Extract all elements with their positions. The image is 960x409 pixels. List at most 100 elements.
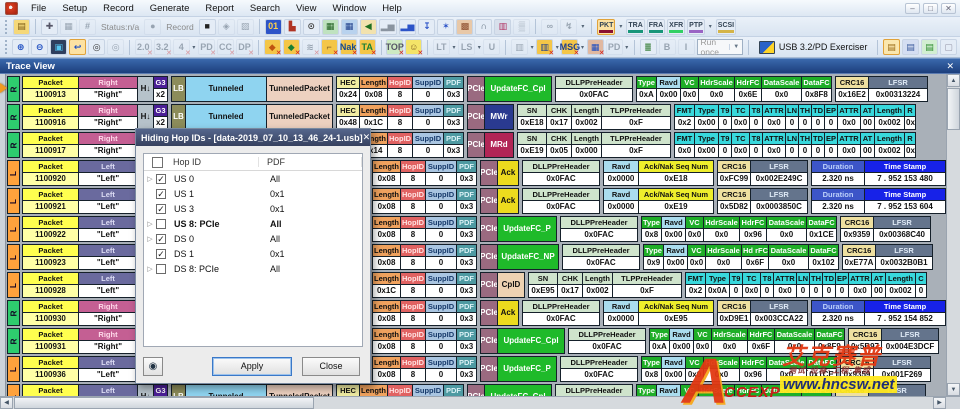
hide-ta-button[interactable]: TA [359,39,376,55]
length-cell[interactable]: Length [359,384,388,396]
r-cell[interactable]: R0x [904,104,916,130]
type-cell[interactable]: Type0x0A [705,272,730,298]
hop-id-row-ds-8-pcie[interactable]: ▷DS 8: PCIeAll [144,261,362,276]
ep-cell[interactable]: EP0 [835,272,849,298]
t9-cell[interactable]: T90 [729,272,743,298]
th-cell[interactable]: TH0 [798,104,812,130]
crc16-cell[interactable]: CRC16 [835,384,869,396]
type-cell[interactable]: Type0x9 [643,244,664,270]
ravd-cell[interactable]: Ravd0x0000 [603,160,639,186]
right-cell[interactable]: Right"Right" [78,328,138,354]
fmt-cell[interactable]: FMT0x2 [685,272,706,298]
datascale-cell[interactable]: DataScale0x0 [768,244,809,270]
vc-cell[interactable]: VC0x0 [685,216,704,242]
duration-cell[interactable]: Duration2.320 ns [811,300,865,326]
hide-m2-button[interactable]: ▥ [536,39,553,55]
ravd-cell[interactable]: Ravd0x00 [661,216,686,242]
packet-cell[interactable]: Packet1100916 [22,104,79,130]
tunneledpacket-cell[interactable]: TunneledPacket [266,384,333,396]
fmt-cell[interactable]: FMT0x0 [674,132,695,158]
pdf-cell[interactable]: PDF0x3 [456,356,477,382]
vc-cell[interactable]: VC0x0 [685,356,704,382]
packet-cell[interactable]: Packet1100917 [22,132,79,158]
menu-help[interactable]: Help [374,0,410,16]
type-cell[interactable]: Type [636,384,657,396]
type-cell[interactable]: Type0x00 [694,104,719,130]
pdf-cell[interactable]: PDF0x3 [456,328,477,354]
packet-cell[interactable]: Packet1100928 [22,272,79,298]
hop-id-row-us-0[interactable]: ▷✓US 0All [144,171,362,186]
packet-cell[interactable]: Packet1100930 [22,300,79,326]
ptp-view-button-dropdown-icon[interactable]: ▾ [707,19,714,35]
pcie-cell[interactable]: PCIe [480,272,498,298]
lfsr-cell[interactable]: LFSR0x00368C40 [873,216,931,242]
sn-cell[interactable]: SN0xE95 [528,272,558,298]
c-cell[interactable]: C0 [915,272,927,298]
length-cell[interactable]: Length0x000 [571,132,602,158]
chk-cell[interactable]: CHK0x17 [546,104,572,130]
at-cell[interactable]: AT00 [860,132,875,158]
vc-cell[interactable]: VC0x0 [687,244,706,270]
hec-cell[interactable]: HEC [336,384,360,396]
right-cell[interactable]: Right"Right" [78,132,138,158]
hide-downstream-button[interactable]: ◆ [283,39,300,55]
pcie-cell[interactable]: PCIe [467,104,485,130]
pcie-cell[interactable]: PCIe [480,216,498,242]
td-cell[interactable]: TD0 [811,104,825,130]
menu-report[interactable]: Report [197,0,242,16]
scroll-left-icon[interactable]: ◀ [0,397,13,409]
lfsr-cell[interactable]: LFSR0x003CCA22 [750,300,808,326]
suppid-cell[interactable]: SuppID0 [425,188,457,214]
tunneledpacket-cell[interactable]: TunneledPacket [266,104,333,130]
g3-cell[interactable]: G3x2 [153,76,168,102]
hide-idle-button[interactable]: ☺ [405,39,422,55]
close-button[interactable]: Close [302,357,360,376]
hide-flow-control-button[interactable]: ⌐ [321,39,338,55]
hide-upstream-button[interactable]: ◆ [264,39,281,55]
view-format-3-button[interactable]: ▤ [921,39,938,55]
hopid-cell[interactable]: HopID8 [400,328,426,354]
menu-file[interactable]: File [23,0,54,16]
datascale-cell[interactable]: DataScale [761,384,802,396]
hop-id-checkbox[interactable]: ✓ [156,189,166,199]
preview-eye-button[interactable]: ◉ [143,357,163,376]
menu-record[interactable]: Record [95,0,142,16]
left-cell[interactable]: Left"Left" [78,216,138,242]
left-cell[interactable]: Left"Left" [78,160,138,186]
length-cell[interactable]: Length0x08 [372,300,401,326]
menu-setup[interactable]: Setup [54,0,95,16]
stop-button[interactable]: ■ [199,19,216,35]
updatefc-cpl-cell[interactable]: UpdateFC_Cpl [484,384,552,396]
hdrfc-cell[interactable]: HdrFC0x96 [739,216,767,242]
pcie-cell[interactable]: PCIe [480,188,498,214]
expander-icon[interactable]: ▷ [144,175,156,183]
settings-button[interactable]: ✚ [41,19,58,35]
packet-cell[interactable]: Packet1100931 [22,328,79,354]
hide-top-button[interactable]: TOP [386,39,403,55]
compare-view-icon[interactable]: ▥ [494,19,511,35]
hdrfc-cell[interactable]: HdrFC [734,384,762,396]
restore-button[interactable]: □ [923,3,938,14]
datafc-cell[interactable]: DataFC0x8F9 [814,328,845,354]
step-icon[interactable]: ↧ [418,19,435,35]
expander-icon[interactable]: ▷ [144,235,156,243]
ravd-cell[interactable]: Ravd0x00 [661,356,686,382]
t8-cell[interactable]: T80 [749,104,763,130]
hopid-cell[interactable]: HopID8 [400,160,426,186]
menu-search[interactable]: Search [242,0,288,16]
run-mode-combo[interactable]: Run once▼ [697,39,744,55]
duration-cell[interactable]: Duration2.320 ns [811,188,865,214]
tlppreheader-cell[interactable]: TLPPreHeader0xF [601,132,671,158]
crc16-cell[interactable]: CRC160x16E2 [835,76,869,102]
length-cell[interactable]: Length0x002 [885,272,916,298]
at-cell[interactable]: AT00 [871,272,886,298]
pdf-cell[interactable]: PDF0x3 [456,300,477,326]
pdf-cell[interactable]: PDF0x3 [456,160,477,186]
suppid-cell[interactable]: SuppID0 [425,328,457,354]
hdrscale-cell[interactable]: HdrScale [698,384,735,396]
packet-cell[interactable]: Packet1100922 [22,216,79,242]
length-cell[interactable]: Length0x002 [582,272,613,298]
pcie-cell[interactable]: PCIe [480,244,498,270]
type-cell[interactable]: Type0x8 [641,216,662,242]
lb-cell[interactable]: LB [171,384,186,396]
